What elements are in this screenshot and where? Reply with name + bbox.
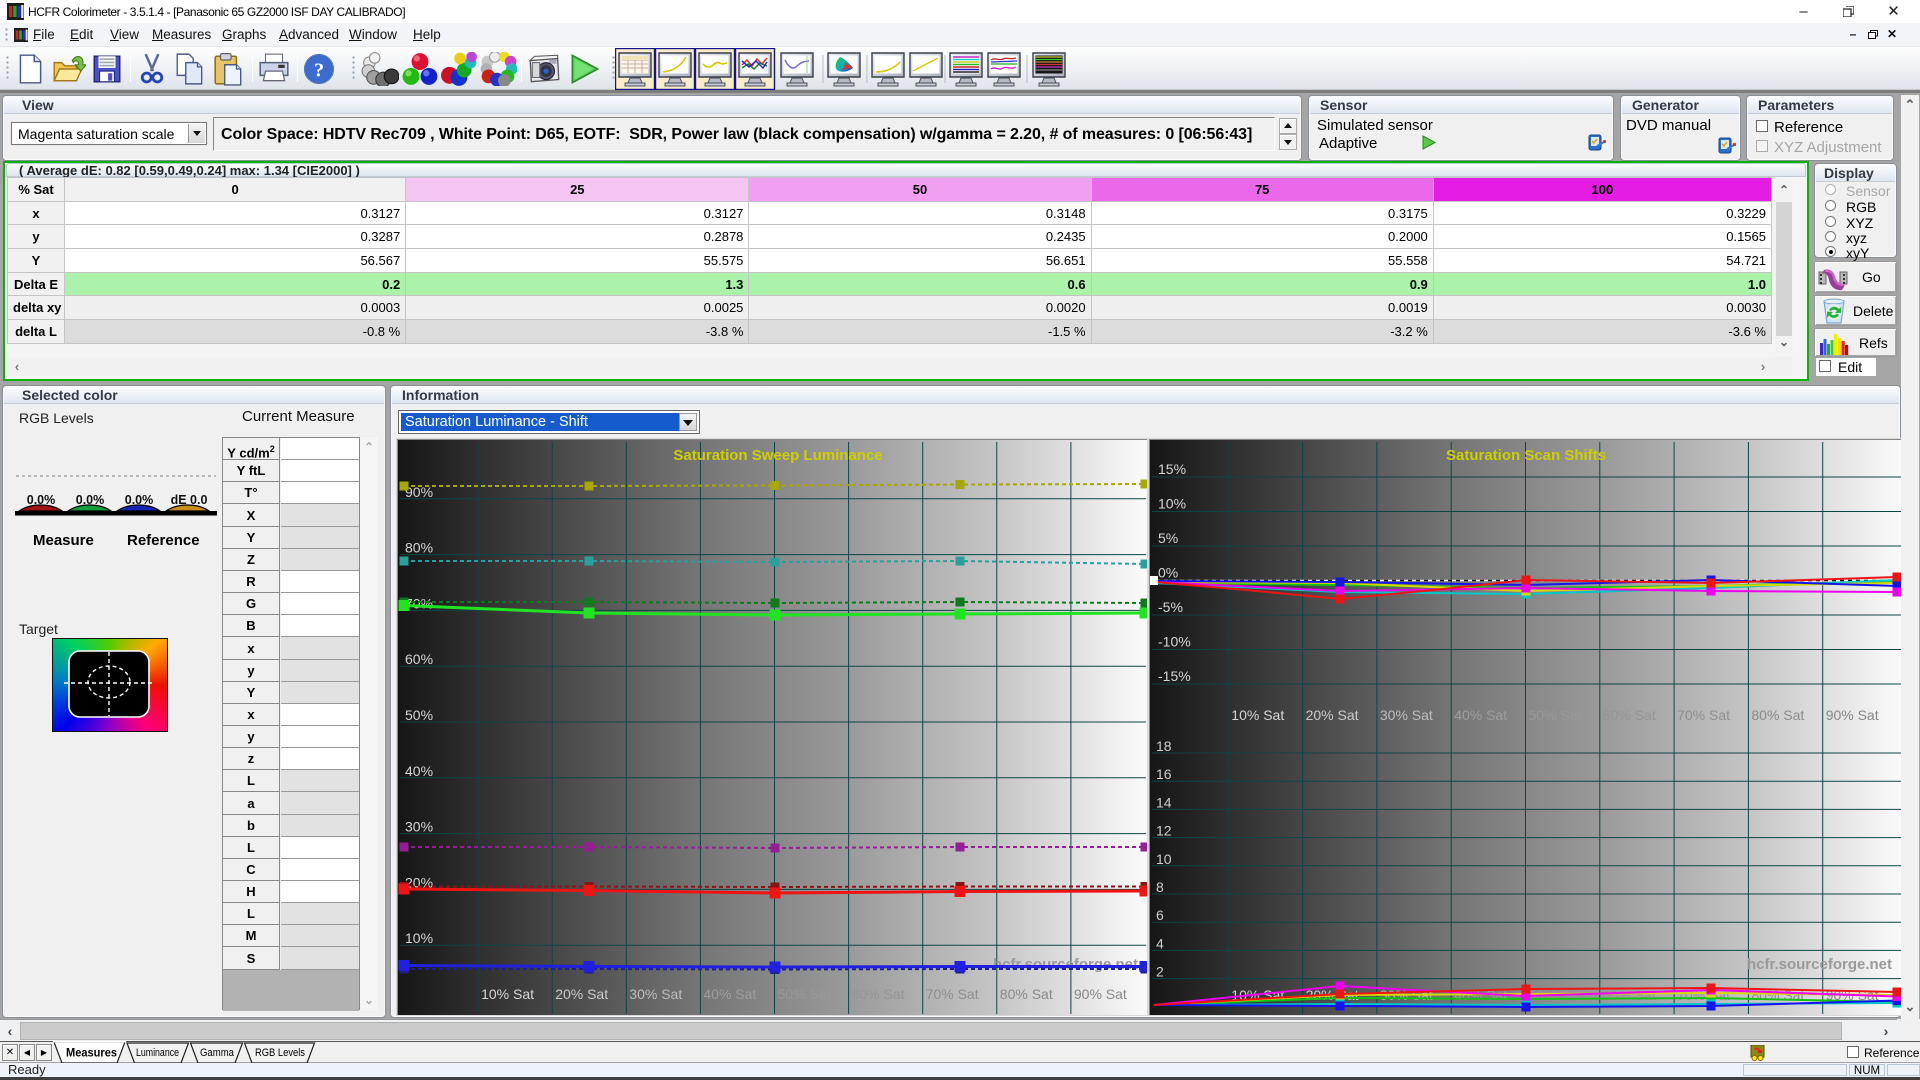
svg-text:hcfr.sourceforge.net: hcfr.sourceforge.net bbox=[1747, 956, 1892, 973]
svg-text:6: 6 bbox=[1156, 907, 1164, 923]
svg-text:80% Sat: 80% Sat bbox=[1000, 986, 1053, 1002]
svg-text:10: 10 bbox=[1156, 851, 1172, 867]
svg-text:10% Sat: 10% Sat bbox=[1231, 707, 1284, 723]
svg-text:30% Sat: 30% Sat bbox=[629, 986, 682, 1002]
svg-text:Saturation Scan Shifts: Saturation Scan Shifts bbox=[1446, 447, 1606, 464]
svg-text:Luminance: Luminance bbox=[136, 1047, 179, 1059]
svg-text:40% Sat: 40% Sat bbox=[1454, 707, 1507, 723]
svg-text:Saturation Sweep Luminance: Saturation Sweep Luminance bbox=[673, 447, 882, 464]
svg-text:70% Sat: 70% Sat bbox=[1677, 707, 1730, 723]
svg-text:30%: 30% bbox=[405, 819, 433, 835]
svg-text:40% Sat: 40% Sat bbox=[703, 986, 756, 1002]
svg-text:10%: 10% bbox=[405, 930, 433, 946]
svg-text:10%: 10% bbox=[1158, 496, 1186, 512]
svg-text:50%: 50% bbox=[405, 707, 433, 723]
svg-text:60% Sat: 60% Sat bbox=[1603, 707, 1656, 723]
svg-text:60%: 60% bbox=[405, 651, 433, 667]
svg-text:30% Sat: 30% Sat bbox=[1380, 707, 1433, 723]
svg-text:60% Sat: 60% Sat bbox=[852, 986, 905, 1002]
svg-text:hcfr.sourceforge.net: hcfr.sourceforge.net bbox=[993, 956, 1138, 973]
svg-text:4: 4 bbox=[1156, 935, 1164, 951]
svg-text:80%: 80% bbox=[405, 540, 433, 556]
svg-text:10% Sat: 10% Sat bbox=[481, 986, 534, 1002]
svg-text:5%: 5% bbox=[1158, 530, 1178, 546]
svg-text:70% Sat: 70% Sat bbox=[926, 986, 979, 1002]
svg-text:50% Sat: 50% Sat bbox=[778, 986, 831, 1002]
svg-text:20% Sat: 20% Sat bbox=[555, 986, 608, 1002]
svg-text:12: 12 bbox=[1156, 823, 1172, 839]
svg-text:8: 8 bbox=[1156, 879, 1164, 895]
svg-text:0%: 0% bbox=[1158, 565, 1178, 581]
svg-text:15%: 15% bbox=[1158, 461, 1186, 477]
svg-text:Gamma: Gamma bbox=[200, 1047, 235, 1059]
svg-text:Measures: Measures bbox=[66, 1046, 117, 1060]
svg-text:-15%: -15% bbox=[1158, 668, 1191, 684]
svg-text:40%: 40% bbox=[405, 763, 433, 779]
svg-text:-10%: -10% bbox=[1158, 634, 1191, 650]
svg-text:?: ? bbox=[314, 59, 324, 81]
svg-text:18: 18 bbox=[1156, 738, 1172, 754]
svg-text:RGB Levels: RGB Levels bbox=[255, 1047, 305, 1059]
svg-text:2: 2 bbox=[1156, 964, 1164, 980]
svg-text:14: 14 bbox=[1156, 794, 1172, 810]
svg-text:16: 16 bbox=[1156, 766, 1172, 782]
svg-text:90% Sat: 90% Sat bbox=[1074, 986, 1127, 1002]
svg-text:-5%: -5% bbox=[1158, 599, 1183, 615]
svg-text:90% Sat: 90% Sat bbox=[1826, 707, 1879, 723]
svg-text:50% Sat: 50% Sat bbox=[1529, 707, 1582, 723]
svg-text:20% Sat: 20% Sat bbox=[1306, 707, 1359, 723]
svg-text:80% Sat: 80% Sat bbox=[1751, 707, 1804, 723]
